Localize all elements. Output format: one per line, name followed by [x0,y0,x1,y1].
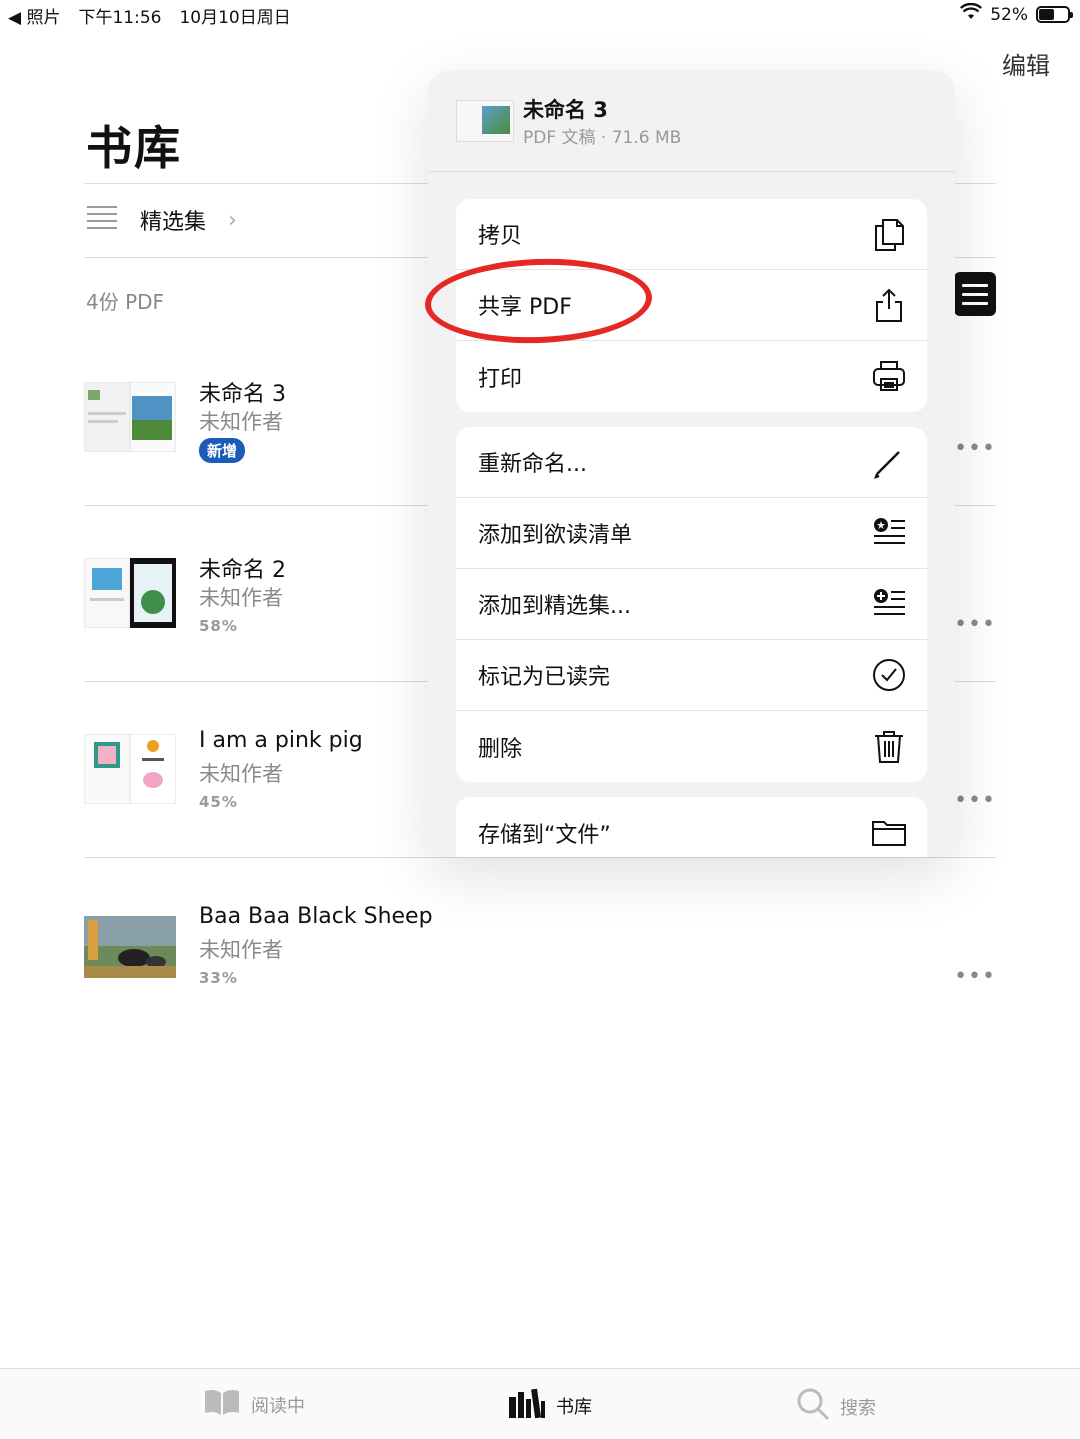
context-menu: 未命名 3 PDF 文稿 · 71.6 MB 拷贝 共享 PDF 打印 重新命名… [428,70,955,857]
collections-label: 精选集 [140,210,207,235]
book-author: 未知作者 [199,762,283,786]
reading-progress: 45% [199,793,238,811]
reading-progress: 33% [199,969,238,987]
doc-title: 未命名 3 [523,98,608,122]
battery-percent: 52% [990,4,1028,25]
book-cover [84,916,176,986]
collections-link[interactable]: 精选集 › [86,204,237,236]
book-row[interactable]: Baa Baa Black Sheep 未知作者 33% ••• [84,858,996,1033]
share-icon [871,287,907,323]
book-author: 未知作者 [199,586,283,610]
menu-item-label: 拷贝 [478,224,523,249]
menu-item-delete[interactable]: 删除 [456,711,927,782]
menu-item-label: 打印 [478,366,523,392]
battery-icon [1036,6,1073,23]
book-title: 未命名 2 [199,558,286,583]
list-lines-icon [86,204,118,236]
back-to-app[interactable]: ◀ 照片 [8,3,60,28]
tab-search[interactable]: 搜索 [796,1387,876,1426]
book-cover [83,557,176,629]
menu-item-label: 添加到精选集... [478,594,631,619]
book-author: 未知作者 [199,410,283,434]
edit-button[interactable]: 编辑 [1002,46,1050,81]
menu-item-label: 删除 [478,736,523,762]
book-cover [83,381,177,453]
tab-label: 阅读中 [251,1395,305,1417]
want-to-read-icon [871,515,907,551]
menu-item-want-to-read[interactable]: 添加到欲读清单 [456,498,927,569]
doc-meta: PDF 文稿 · 71.6 MB [523,128,682,148]
tab-reading-now[interactable]: 阅读中 [203,1387,305,1422]
add-collection-icon [871,586,907,622]
tab-label: 搜索 [840,1397,876,1419]
book-title: Baa Baa Black Sheep [199,904,433,929]
list-view-toggle-icon[interactable] [954,272,996,316]
print-icon [871,358,907,394]
doc-thumbnail [456,100,514,142]
new-badge: 新增 [199,438,246,463]
more-icon[interactable]: ••• [954,788,996,813]
library-icon [508,1387,546,1424]
menu-item-label: 添加到欲读清单 [478,523,633,548]
menu-item-label: 重新命名... [478,452,587,477]
book-author: 未知作者 [199,938,283,962]
status-time: 下午11:56 [78,8,162,28]
menu-group: 存储到“文件” [456,797,927,857]
menu-item-add-to-collection[interactable]: 添加到精选集... [456,569,927,640]
more-icon[interactable]: ••• [954,436,996,461]
trash-icon [871,728,907,764]
menu-item-save-to-files[interactable]: 存储到“文件” [456,797,927,857]
status-bar: ◀ 照片 下午11:56 10月10日周日 52% [0,0,1080,28]
status-date: 10月10日周日 [179,8,291,28]
menu-item-rename[interactable]: 重新命名... [456,427,927,498]
menu-item-print[interactable]: 打印 [456,341,927,412]
more-icon[interactable]: ••• [954,612,996,637]
wifi-icon [960,2,983,26]
copy-icon [871,216,907,252]
page-title: 书库 [86,121,182,175]
search-icon [796,1387,830,1426]
pencil-icon [871,444,907,480]
book-open-icon [203,1387,241,1422]
book-title: I am a pink pig [199,728,363,753]
tab-bar: 阅读中 书库 搜索 [0,1368,1080,1439]
menu-header: 未命名 3 PDF 文稿 · 71.6 MB [428,70,955,172]
tab-label: 书库 [556,1396,592,1418]
pdf-count: 4份 PDF [86,290,165,314]
more-icon[interactable]: ••• [954,964,996,989]
chevron-right-icon: › [228,207,237,233]
book-title: 未命名 3 [199,382,286,407]
menu-item-label: 存储到“文件” [478,822,611,848]
menu-item-label: 标记为已读完 [478,665,611,690]
reading-progress: 58% [199,617,238,635]
book-cover [83,733,177,805]
tab-library[interactable]: 书库 [508,1387,592,1424]
folder-icon [871,814,907,850]
menu-group: 重新命名... 添加到欲读清单 添加到精选集... 标记为已读完 删除 [456,427,927,782]
menu-item-mark-finished[interactable]: 标记为已读完 [456,640,927,711]
checkmark-circle-icon [871,657,907,693]
